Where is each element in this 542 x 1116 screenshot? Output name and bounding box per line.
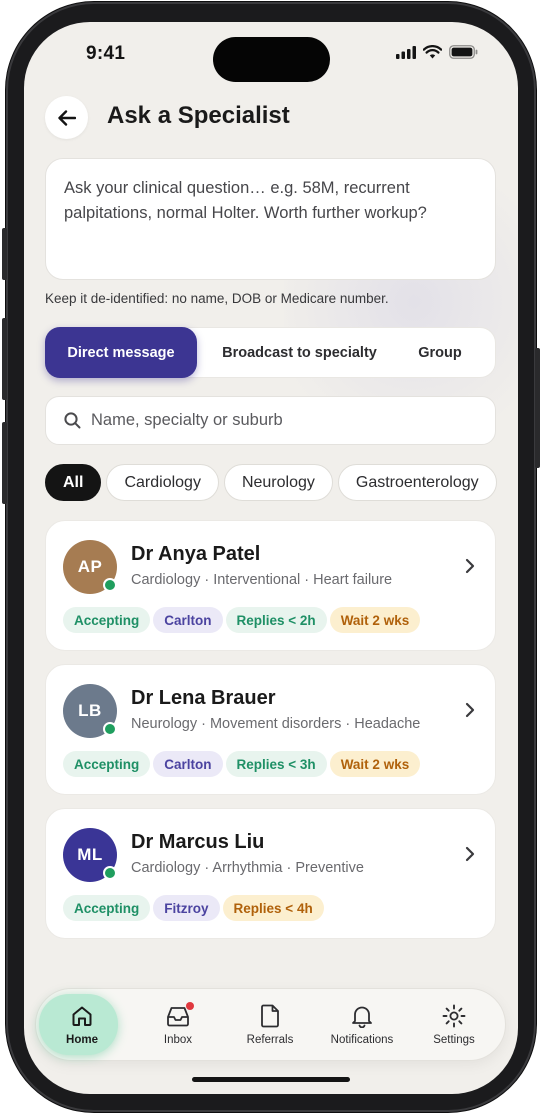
chip-neurology[interactable]: Neurology bbox=[223, 464, 333, 501]
segment-direct-message[interactable]: Direct message bbox=[45, 327, 197, 378]
specialist-name: Dr Marcus Liu bbox=[131, 831, 265, 853]
app-screen: 9:41 Ask a Specialist Ask your clinical … bbox=[24, 22, 518, 1094]
nav-label-notifications: Notifications bbox=[330, 1033, 394, 1046]
nav-home[interactable]: Home bbox=[36, 989, 128, 1060]
specialist-card[interactable]: ML Dr Marcus Liu Cardiology · Arrhythmia… bbox=[45, 808, 496, 939]
specialty-filter-chips: All Cardiology Neurology Gastroenterology bbox=[45, 464, 498, 502]
chip-cardiology[interactable]: Cardiology bbox=[106, 464, 219, 501]
deidentify-note: Keep it de-identified: no name, DOB or M… bbox=[45, 291, 389, 306]
chevron-right-icon bbox=[465, 846, 475, 862]
specialist-card[interactable]: LB Dr Lena Brauer Neurology · Movement d… bbox=[45, 664, 496, 795]
tag-suburb: Carlton bbox=[153, 751, 223, 777]
search-input[interactable] bbox=[91, 411, 451, 430]
tag-wait-time: Wait 2 wks bbox=[329, 751, 421, 777]
nav-referrals[interactable]: Referrals bbox=[224, 989, 316, 1060]
nav-label-inbox: Inbox bbox=[163, 1033, 193, 1046]
question-input[interactable]: Ask your clinical question… e.g. 58M, re… bbox=[45, 158, 496, 280]
nav-label-home: Home bbox=[66, 1033, 98, 1046]
document-icon bbox=[260, 1004, 280, 1028]
phone-side-button bbox=[2, 228, 7, 280]
search-icon bbox=[64, 412, 81, 429]
home-icon bbox=[70, 1004, 94, 1028]
message-mode-segmented-control: Direct message Broadcast to specialty Gr… bbox=[45, 327, 496, 378]
status-time: 9:41 bbox=[86, 43, 126, 64]
bell-icon bbox=[351, 1004, 373, 1028]
chip-gastroenterology[interactable]: Gastroenterology bbox=[337, 464, 497, 501]
bottom-navigation: Home Inbox Referrals Notifications Setti… bbox=[35, 988, 506, 1061]
tag-accepting: Accepting bbox=[63, 751, 151, 777]
dynamic-island bbox=[213, 37, 330, 82]
search-bar[interactable] bbox=[45, 396, 496, 445]
phone-side-button bbox=[2, 318, 7, 400]
segment-broadcast[interactable]: Broadcast to specialty bbox=[203, 328, 396, 377]
specialist-card[interactable]: AP Dr Anya Patel Cardiology · Interventi… bbox=[45, 520, 496, 651]
battery-icon bbox=[449, 45, 478, 59]
back-button[interactable] bbox=[45, 96, 88, 139]
specialist-name: Dr Anya Patel bbox=[131, 543, 261, 565]
chevron-right-icon bbox=[465, 702, 475, 718]
home-indicator bbox=[192, 1077, 350, 1082]
tag-reply-time: Replies < 3h bbox=[225, 751, 327, 777]
tag-accepting: Accepting bbox=[63, 895, 151, 921]
tag-wait-time: Wait 2 wks bbox=[329, 607, 421, 633]
tag-suburb: Carlton bbox=[153, 607, 223, 633]
tag-accepting: Accepting bbox=[63, 607, 151, 633]
status-icons bbox=[396, 45, 478, 59]
tag-reply-time: Replies < 4h bbox=[222, 895, 324, 921]
chevron-right-icon bbox=[465, 558, 475, 574]
specialist-subtitle: Cardiology · Arrhythmia · Preventive bbox=[131, 860, 364, 876]
segment-group[interactable]: Group bbox=[398, 328, 482, 377]
specialist-subtitle: Cardiology · Interventional · Heart fail… bbox=[131, 572, 393, 588]
phone-side-button bbox=[2, 422, 7, 504]
specialist-subtitle: Neurology · Movement disorders · Headach… bbox=[131, 716, 421, 732]
tag-reply-time: Replies < 2h bbox=[225, 607, 327, 633]
tag-row: Accepting Carlton Replies < 2h Wait 2 wks bbox=[63, 607, 423, 633]
chip-all[interactable]: All bbox=[45, 464, 102, 501]
wifi-icon bbox=[423, 45, 442, 59]
tag-row: Accepting Carlton Replies < 3h Wait 2 wks bbox=[63, 751, 423, 777]
arrow-left-icon bbox=[57, 109, 76, 126]
tag-suburb: Fitzroy bbox=[153, 895, 220, 921]
nav-notifications[interactable]: Notifications bbox=[316, 989, 408, 1060]
inbox-unread-badge bbox=[186, 1001, 194, 1010]
nav-label-settings: Settings bbox=[433, 1033, 475, 1046]
nav-inbox[interactable]: Inbox bbox=[132, 989, 224, 1060]
signal-icon bbox=[396, 45, 416, 59]
page-title: Ask a Specialist bbox=[107, 102, 290, 129]
nav-label-referrals: Referrals bbox=[246, 1033, 294, 1046]
online-status-dot bbox=[103, 578, 117, 592]
specialist-name: Dr Lena Brauer bbox=[131, 687, 276, 709]
online-status-dot bbox=[103, 866, 117, 880]
online-status-dot bbox=[103, 722, 117, 736]
inbox-icon bbox=[166, 1001, 194, 1028]
phone-side-button bbox=[535, 348, 540, 468]
gear-icon bbox=[442, 1004, 466, 1028]
nav-settings[interactable]: Settings bbox=[408, 989, 500, 1060]
tag-row: Accepting Fitzroy Replies < 4h bbox=[63, 895, 327, 921]
